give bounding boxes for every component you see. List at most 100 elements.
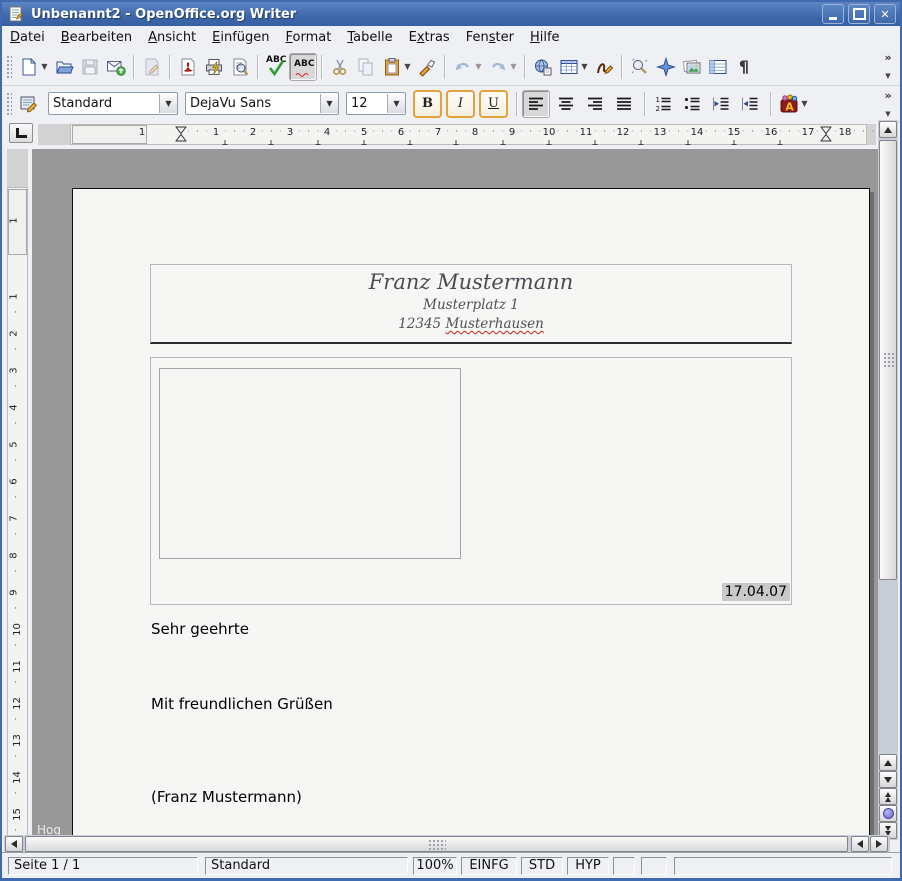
numbered-list-button[interactable]: 12: [650, 91, 676, 117]
minimize-button[interactable]: [822, 4, 844, 24]
navigator-button[interactable]: [653, 54, 679, 80]
status-zoom[interactable]: 100%: [413, 856, 457, 875]
toolbar-grip[interactable]: [5, 53, 12, 80]
bold-button[interactable]: B: [413, 89, 442, 118]
hruler-track[interactable]: 1 2 3 4 5 6 7 8 9 10 11 12 13 14 15 16 17 18 1 · · · · · · · · · · · ·…: [38, 124, 876, 145]
hyperlink-button[interactable]: [530, 54, 556, 80]
increase-indent-button[interactable]: [737, 91, 763, 117]
page-preview-button[interactable]: [227, 54, 253, 80]
open-button[interactable]: [51, 54, 77, 80]
right-arrow-icon: [876, 840, 886, 848]
menu-tabelle[interactable]: Tabelle: [339, 28, 400, 47]
menu-format[interactable]: Format: [278, 28, 340, 47]
hruler-left-margin[interactable]: [72, 125, 147, 144]
align-left-button[interactable]: [522, 89, 550, 118]
recipient-address-frame[interactable]: [159, 368, 461, 559]
save-button[interactable]: [77, 54, 103, 80]
close-button[interactable]: ✕: [874, 4, 896, 24]
menu-datei[interactable]: Datei: [2, 28, 53, 47]
paragraph-style-combo[interactable]: Standard ▼: [48, 92, 178, 115]
send-email-button[interactable]: [103, 54, 129, 80]
right-indent-marker[interactable]: [819, 126, 833, 142]
maximize-button[interactable]: [848, 4, 870, 24]
cut-button[interactable]: [327, 54, 353, 80]
vertical-scroll-thumb[interactable]: [879, 140, 897, 580]
insert-table-button[interactable]: [556, 54, 582, 80]
font-color-button[interactable]: A: [776, 91, 802, 117]
align-center-button[interactable]: [553, 91, 579, 117]
status-hyperlink-mode[interactable]: HYP: [567, 856, 609, 875]
menu-hilfe[interactable]: Hilfe: [522, 28, 568, 47]
left-indent-marker[interactable]: [174, 126, 188, 142]
menu-extras[interactable]: Extras: [401, 28, 458, 47]
gallery-button[interactable]: [679, 54, 705, 80]
vertical-scrollbar[interactable]: [878, 120, 898, 840]
previous-page-button[interactable]: [879, 788, 897, 805]
draw-functions-button[interactable]: [591, 54, 617, 80]
edit-file-button[interactable]: [139, 54, 165, 80]
toolbar-separator: [257, 54, 259, 79]
scroll-left-button-2[interactable]: [851, 836, 869, 852]
address-date-frame[interactable]: 17.04.07: [150, 357, 792, 605]
underline-button[interactable]: U: [479, 89, 508, 118]
document-page[interactable]: Franz Mustermann Musterplatz 1 12345 Mus…: [72, 188, 870, 835]
scroll-down-button[interactable]: [879, 771, 897, 788]
menu-bearbeiten[interactable]: Bearbeiten: [53, 28, 140, 47]
horizontal-scrollbar[interactable]: [4, 835, 890, 853]
data-sources-button[interactable]: [705, 54, 731, 80]
font-size-combo[interactable]: 12 ▼: [346, 92, 406, 115]
paste-button[interactable]: [379, 54, 405, 80]
auto-spellcheck-button[interactable]: ABC: [289, 52, 317, 81]
scroll-up-button-2[interactable]: [879, 754, 897, 771]
navigation-button[interactable]: [879, 805, 897, 822]
justify-button[interactable]: [611, 91, 637, 117]
sender-city-line[interactable]: 12345 Musterhausen: [151, 316, 791, 332]
find-replace-button[interactable]: [627, 54, 653, 80]
sender-name[interactable]: Franz Mustermann: [151, 270, 791, 294]
salutation-text[interactable]: Sehr geehrte: [151, 620, 249, 638]
decrease-indent-button[interactable]: [708, 91, 734, 117]
spellcheck-button[interactable]: ABC: [263, 54, 289, 80]
sender-header-frame[interactable]: Franz Mustermann Musterplatz 1 12345 Mus…: [150, 264, 792, 344]
menu-fenster[interactable]: Fenster: [458, 28, 522, 47]
copy-button[interactable]: [353, 54, 379, 80]
toolbar-overflow-button[interactable]: » ▼: [881, 89, 895, 118]
redo-button[interactable]: [485, 54, 511, 80]
vertical-ruler[interactable]: 1 2 3 4 5 6 7 8 9 10 11 12 13 14 15 1 · · · · · · · · · · · · · · ·: [2, 149, 32, 847]
title-bar[interactable]: Unbenannt2 - OpenOffice.org Writer ✕: [2, 2, 900, 26]
scroll-right-button[interactable]: [870, 836, 888, 852]
signature-text[interactable]: (Franz Mustermann): [151, 788, 302, 806]
menu-einfuegen[interactable]: Einfügen: [204, 28, 277, 47]
scroll-up-button[interactable]: [879, 121, 897, 138]
style-combo-dropdown-icon[interactable]: ▼: [159, 94, 177, 113]
sender-street[interactable]: Musterplatz 1: [151, 297, 791, 313]
scroll-left-button[interactable]: [5, 836, 23, 852]
status-selection-mode[interactable]: STD: [521, 856, 563, 875]
italic-button[interactable]: I: [446, 89, 475, 118]
status-insert-mode[interactable]: EINFG: [461, 856, 517, 875]
menu-ansicht[interactable]: Ansicht: [140, 28, 204, 47]
align-right-button[interactable]: [582, 91, 608, 117]
tab-type-selector-button[interactable]: [9, 123, 33, 143]
new-document-button[interactable]: [16, 54, 42, 80]
size-combo-dropdown-icon[interactable]: ▼: [387, 94, 405, 113]
document-canvas[interactable]: Franz Mustermann Musterplatz 1 12345 Mus…: [32, 149, 878, 835]
horizontal-scroll-thumb[interactable]: [25, 836, 848, 852]
styles-button[interactable]: [16, 91, 42, 117]
toolbar-grip[interactable]: [5, 90, 12, 117]
format-paintbrush-button[interactable]: [414, 54, 440, 80]
toolbar-overflow-button[interactable]: » ▼: [881, 51, 895, 80]
horizontal-ruler[interactable]: 1 2 3 4 5 6 7 8 9 10 11 12 13 14 15 16 17 18 1 · · · · · · · · · · · ·…: [2, 120, 878, 149]
closing-text[interactable]: Mit freundlichen Grüßen: [151, 695, 333, 713]
font-name-combo[interactable]: DejaVu Sans ▼: [185, 92, 339, 115]
export-pdf-button[interactable]: [175, 54, 201, 80]
bullet-list-button[interactable]: [679, 91, 705, 117]
status-page-style[interactable]: Standard: [205, 856, 408, 875]
formatting-marks-button[interactable]: ¶: [731, 54, 757, 80]
font-combo-dropdown-icon[interactable]: ▼: [320, 94, 338, 113]
vruler-track[interactable]: 1 2 3 4 5 6 7 8 9 10 11 12 13 14 15 1 · · · · · · · · · · · · · · ·: [7, 149, 28, 847]
print-button[interactable]: [201, 54, 227, 80]
undo-button[interactable]: [450, 54, 476, 80]
status-page[interactable]: Seite 1 / 1: [8, 856, 198, 875]
date-field[interactable]: 17.04.07: [721, 583, 790, 601]
